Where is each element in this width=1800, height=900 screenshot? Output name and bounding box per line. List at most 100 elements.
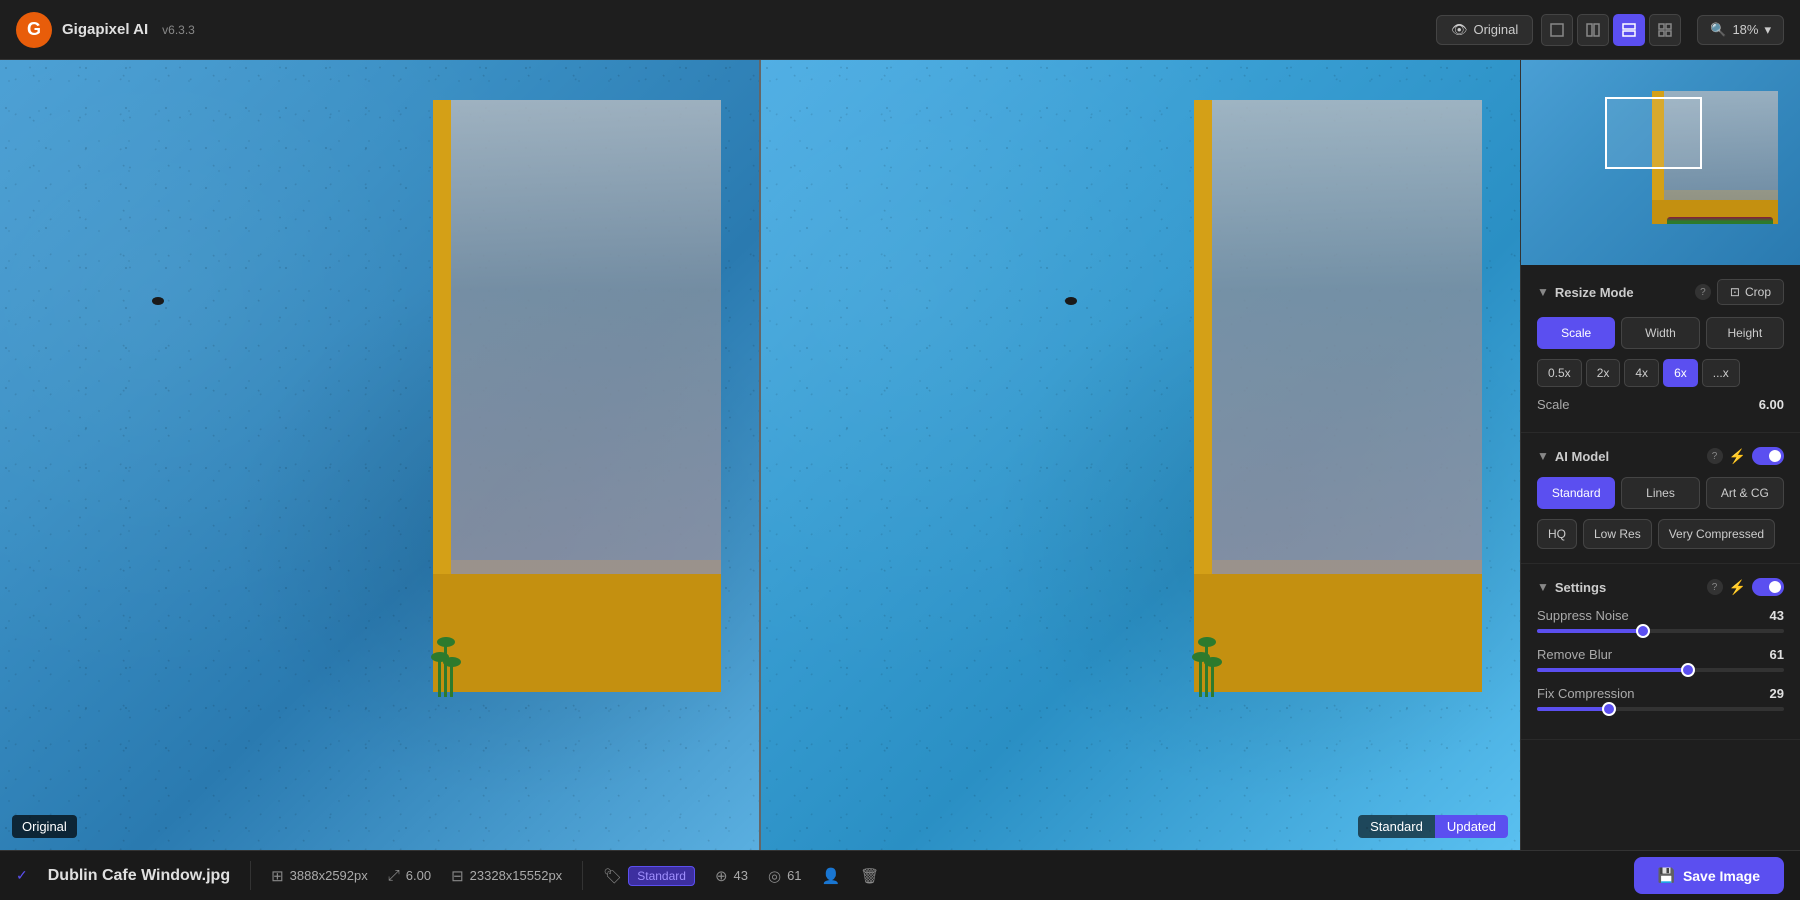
thumbnail-nav-box[interactable] (1605, 97, 1703, 169)
thumbnail-area (1521, 60, 1800, 265)
updated-label: Updated (1435, 815, 1508, 838)
dark-spot-updated (1065, 297, 1077, 305)
scale-label: Scale (1537, 397, 1570, 412)
resize-mode-chevron[interactable]: ▼ (1537, 285, 1549, 299)
model-low-res-button[interactable]: Low Res (1583, 519, 1652, 549)
model-standard-button[interactable]: Standard (1537, 477, 1615, 509)
output-res-value: 23328x15552px (470, 868, 563, 883)
scale-2x-button[interactable]: 2x (1586, 359, 1621, 387)
window-box (433, 574, 721, 693)
model-lines-button[interactable]: Lines (1621, 477, 1699, 509)
trash-icon[interactable]: 🗑 (860, 867, 879, 885)
view-quad-button[interactable] (1649, 14, 1681, 46)
view-split-h-button[interactable] (1613, 14, 1645, 46)
suppress-noise-label: Suppress Noise (1537, 608, 1629, 623)
view-mode-buttons (1541, 14, 1681, 46)
window-box-updated (1194, 574, 1482, 693)
resize-mode-help[interactable]: ? (1695, 284, 1711, 300)
canvas-area[interactable]: Original (0, 60, 1520, 850)
ai-model-help[interactable]: ? (1707, 448, 1723, 464)
settings-help[interactable]: ? (1707, 579, 1723, 595)
chevron-down-icon: ▾ (1764, 22, 1771, 38)
scale-6x-button[interactable]: 6x (1663, 359, 1698, 387)
suppress-noise-value: 43 (1770, 608, 1784, 623)
window-glass (451, 100, 721, 574)
height-mode-button[interactable]: Height (1706, 317, 1784, 349)
resize-mode-section: ▼ Resize Mode ? ⊡ Crop Scale Width Heigh… (1521, 265, 1800, 433)
settings-title: Settings (1555, 580, 1701, 595)
comparison-labels: Standard Updated (1358, 815, 1508, 838)
scale-value-row: Scale 6.00 (1537, 397, 1784, 412)
scale-mode-button[interactable]: Scale (1537, 317, 1615, 349)
view-split-v-icon (1585, 22, 1601, 38)
crop-button[interactable]: ⊡ Crop (1717, 279, 1784, 305)
save-image-button[interactable]: 💾 Save Image (1634, 857, 1785, 894)
blur-status-value: 61 (787, 868, 801, 883)
crop-icon: ⊡ (1730, 285, 1740, 299)
settings-toggle[interactable] (1752, 578, 1784, 596)
eye-icon: 👁 (1451, 22, 1468, 38)
view-quad-icon (1657, 22, 1673, 38)
zoom-control[interactable]: 🔍 18% ▾ (1697, 15, 1784, 45)
suppress-noise-row: Suppress Noise 43 (1537, 608, 1784, 633)
ai-model-buttons: Standard Lines Art & CG (1537, 477, 1784, 509)
remove-blur-label: Remove Blur (1537, 647, 1612, 662)
original-res-value: 3888x2592px (290, 868, 368, 883)
ai-model-section: ▼ AI Model ? ⚡ Standard Lines Art & CG H… (1521, 433, 1800, 564)
image-size-icon: ⊞ (271, 867, 284, 885)
fix-compression-header: Fix Compression 29 (1537, 686, 1784, 701)
ai-model-chevron[interactable]: ▼ (1537, 449, 1549, 463)
remove-blur-thumb[interactable] (1681, 663, 1695, 677)
header: G Gigapixel AI v6.3.3 👁 Original 🔍 (0, 0, 1800, 60)
scale-value: 6.00 (1759, 397, 1784, 412)
resize-mode-buttons: Scale Width Height (1537, 317, 1784, 349)
image-pane-updated: Standard Updated (761, 60, 1520, 850)
model-very-compressed-button[interactable]: Very Compressed (1658, 519, 1775, 549)
plant-u3 (1211, 662, 1214, 697)
window-frame-updated (1194, 100, 1482, 693)
main-area: Original (0, 60, 1800, 850)
fix-compression-value: 29 (1770, 686, 1784, 701)
output-size-icon: ⊟ (451, 867, 464, 885)
model-art-cg-button[interactable]: Art & CG (1706, 477, 1784, 509)
original-button[interactable]: 👁 Original (1436, 15, 1533, 45)
logo-area: G Gigapixel AI v6.3.3 (16, 12, 195, 48)
thumbnail-image (1521, 60, 1800, 265)
noise-status-value: 43 (734, 868, 748, 883)
scale-status-value: 6.00 (406, 868, 431, 883)
width-mode-button[interactable]: Width (1621, 317, 1699, 349)
save-icon: 💾 (1658, 867, 1675, 884)
scale-custom-button[interactable]: ...x (1702, 359, 1740, 387)
scale-0-5x-button[interactable]: 0.5x (1537, 359, 1582, 387)
model-hq-button[interactable]: HQ (1537, 519, 1577, 549)
app-version: v6.3.3 (162, 23, 195, 37)
suppress-noise-track[interactable] (1537, 629, 1784, 633)
suppress-noise-fill (1537, 629, 1643, 633)
output-res-item: ⊟ 23328x15552px (451, 867, 562, 885)
model-status-badge: Standard (628, 866, 695, 886)
noise-status-icon: ⊕ (715, 867, 728, 885)
ai-model-toggle[interactable] (1752, 447, 1784, 465)
status-divider-1 (250, 861, 251, 890)
ai-model-header: ▼ AI Model ? ⚡ (1537, 447, 1784, 465)
settings-chevron[interactable]: ▼ (1537, 580, 1549, 594)
file-check-icon: ✓ (16, 867, 28, 884)
view-split-h-icon (1621, 22, 1637, 38)
delete-item[interactable]: 🗑 (860, 867, 879, 885)
remove-blur-header: Remove Blur 61 (1537, 647, 1784, 662)
view-split-v-button[interactable] (1577, 14, 1609, 46)
scale-options-row: 0.5x 2x 4x 6x ...x (1537, 359, 1784, 387)
standard-label: Standard (1358, 815, 1435, 838)
updated-image (761, 60, 1520, 850)
blur-status-item: ◎ 61 (768, 867, 802, 885)
image-container: Original (0, 60, 1520, 850)
view-single-icon (1549, 22, 1565, 38)
suppress-noise-thumb[interactable] (1636, 624, 1650, 638)
remove-blur-track[interactable] (1537, 668, 1784, 672)
fix-compression-track[interactable] (1537, 707, 1784, 711)
noise-status-item: ⊕ 43 (715, 867, 748, 885)
view-single-button[interactable] (1541, 14, 1573, 46)
scale-4x-button[interactable]: 4x (1624, 359, 1659, 387)
fix-compression-thumb[interactable] (1602, 702, 1616, 716)
plant-2 (444, 642, 447, 697)
